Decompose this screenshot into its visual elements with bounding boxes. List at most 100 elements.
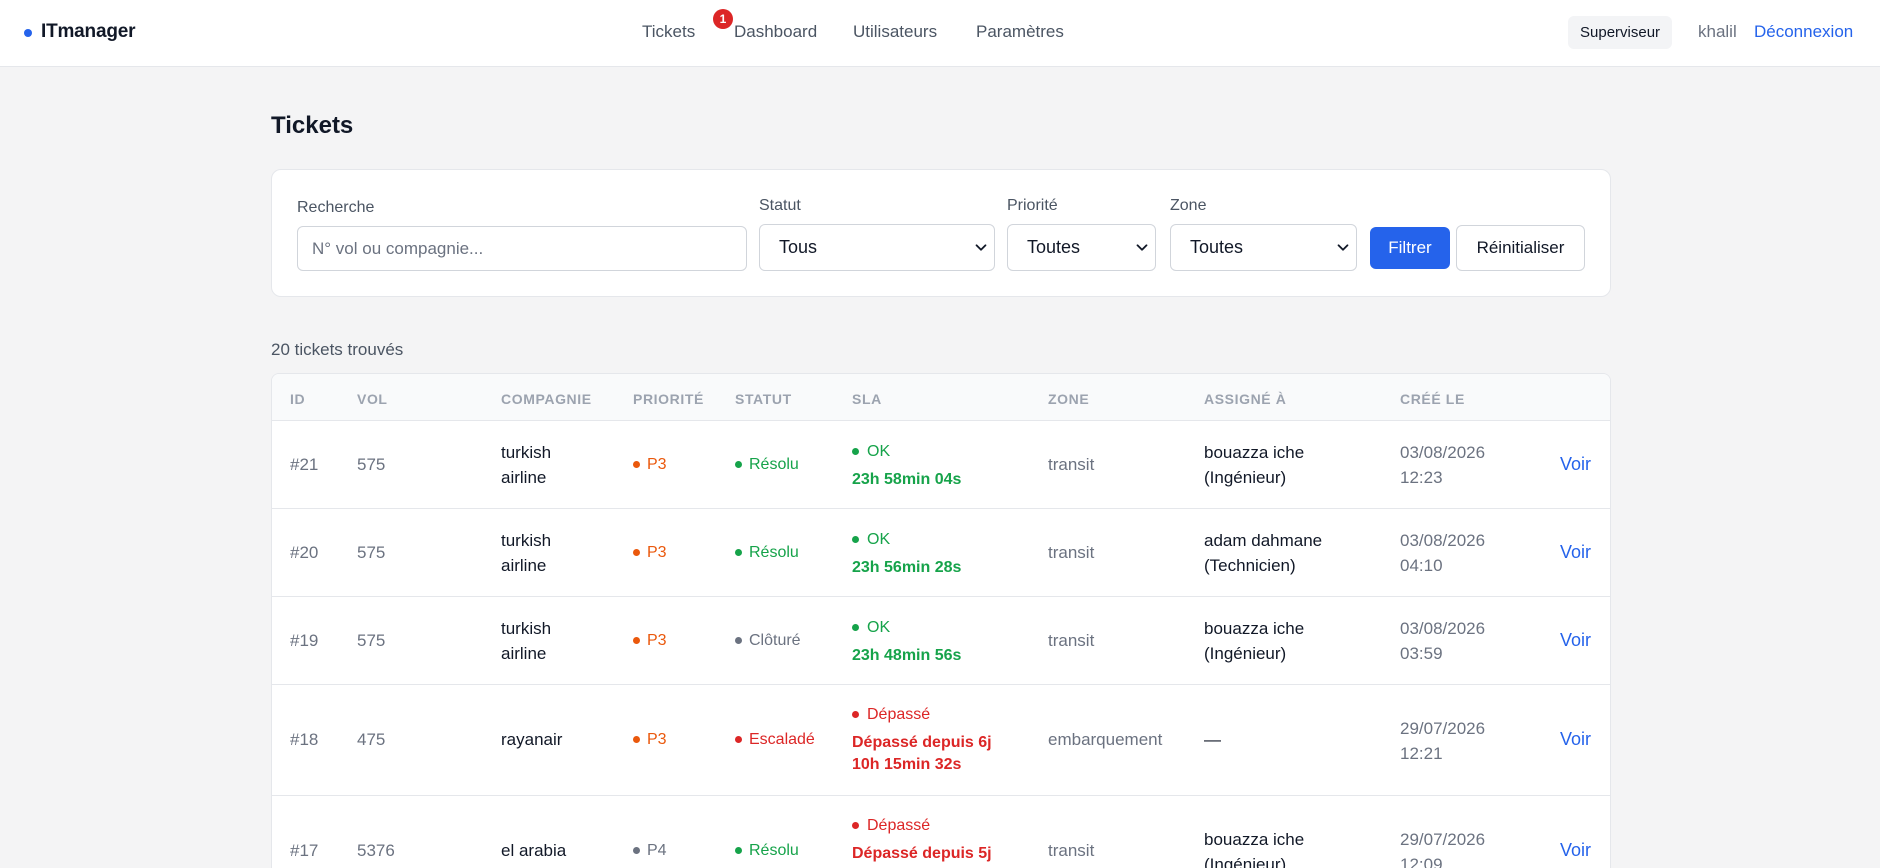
assignee-name: adam dahmane [1204,531,1323,550]
nav-item-users[interactable]: Utilisateurs [853,22,937,42]
sla-overdue-line: 10h 15min 32s [852,756,962,773]
table-row[interactable]: #21 575 turkish airline P3 Résolu OK 23h… [272,421,1610,509]
company-name: turkish airline [501,528,551,578]
created-time: 03:59 [1400,644,1443,663]
created-date: 03/08/2026 [1400,443,1486,462]
assignee-name: bouazza iche [1204,443,1305,462]
status-dot-icon [735,549,742,556]
status-select[interactable]: Tous [759,224,995,271]
reset-button[interactable]: Réinitialiser [1456,225,1585,271]
sla-status: Dépassé [852,813,992,838]
sla-status-label: OK [867,531,891,548]
filter-button[interactable]: Filtrer [1370,227,1450,269]
assignee: bouazza iche (Ingénieur) [1204,616,1304,666]
sla-cell: OK 23h 58min 04s [852,439,961,491]
nav-item-settings[interactable]: Paramètres [976,22,1064,42]
assignee-role: (Ingénieur) [1204,855,1287,868]
created-date: 03/08/2026 [1400,619,1486,638]
company-name: turkish airline [501,616,551,666]
nav-item-dashboard[interactable]: Dashboard [734,22,817,42]
assignee: — [1204,730,1221,749]
priority-label: P3 [647,731,667,748]
sla-status-label: Dépassé [867,817,931,834]
sla-remaining-time: 23h 48min 56s [852,647,962,664]
view-ticket-link[interactable]: Voir [1560,838,1591,863]
sla-status: OK [852,615,961,640]
created-at: 29/07/2026 12:21 [1400,716,1485,766]
sla-cell: Dépassé Dépassé depuis 6j 10h 15min 32s [852,702,992,776]
column-header-priority: PRIORITÉ [633,391,704,407]
sla-dot-icon [852,711,859,718]
column-header-created: CRÉÉ LE [1400,391,1465,407]
assignee: bouazza iche (Ingénieur) [1204,827,1304,868]
created-date: 29/07/2026 [1400,830,1486,849]
assignee-name: bouazza iche [1204,619,1305,638]
sla-remaining-time: 23h 56min 28s [852,559,962,576]
created-time: 12:09 [1400,855,1443,868]
column-header-id: ID [290,391,306,407]
page-title: Tickets [271,112,354,139]
status-dot-icon [735,637,742,644]
sla-cell: Dépassé Dépassé depuis 5j [852,813,992,865]
company-name-line: turkish [501,531,552,550]
tickets-table: ID VOL COMPAGNIE PRIORITÉ STATUT SLA ZON… [271,373,1611,868]
column-header-flight: VOL [357,391,388,407]
sla-remaining-time: 23h 58min 04s [852,471,962,488]
chevron-down-icon [1136,244,1148,251]
result-count: 20 tickets trouvés [271,340,404,359]
status-label: Escaladé [749,731,815,748]
table-row[interactable]: #17 5376 el arabia P4 Résolu Dépassé Dép… [272,796,1610,868]
table-row[interactable]: #19 575 turkish airline P3 Clôturé OK 23… [272,597,1610,685]
sla-overdue-time: Dépassé depuis 5j [852,843,992,865]
view-ticket-link[interactable]: Voir [1560,628,1591,653]
ticket-id: #19 [290,631,319,650]
zone: transit [1048,455,1095,474]
assignee-role: (Technicien) [1204,556,1296,575]
flight-number: 575 [357,543,386,562]
status-select-value: Tous [779,237,818,257]
status-tag: Escaladé [735,727,815,752]
priority-tag: P4 [633,838,667,863]
priority-label: P3 [647,456,667,473]
zone-select-value: Toutes [1190,237,1244,257]
status-label: Résolu [749,456,799,473]
sla-cell: OK 23h 56min 28s [852,527,961,579]
status-dot-icon [735,736,742,743]
chevron-down-icon [1337,244,1349,251]
sla-cell: OK 23h 48min 56s [852,615,961,667]
search-input[interactable] [297,226,747,271]
priority-tag: P3 [633,628,667,653]
brand[interactable]: ITmanager [24,0,135,64]
assignee-name: bouazza iche [1204,830,1305,849]
flight-number: 5376 [357,841,395,860]
view-ticket-link[interactable]: Voir [1560,727,1591,752]
created-date: 29/07/2026 [1400,719,1486,738]
status-dot-icon [735,461,742,468]
view-ticket-link[interactable]: Voir [1560,540,1591,565]
priority-select[interactable]: Toutes [1007,224,1156,271]
priority-select-value: Toutes [1027,237,1081,257]
priority-label: P3 [647,632,667,649]
table-row[interactable]: #20 575 turkish airline P3 Résolu OK 23h… [272,509,1610,597]
brand-dot-icon [24,29,32,37]
column-header-assignee: ASSIGNÉ À [1204,391,1287,407]
company-name-line: airline [501,468,547,487]
assignee: bouazza iche (Ingénieur) [1204,440,1304,490]
zone-select[interactable]: Toutes [1170,224,1357,271]
view-ticket-link[interactable]: Voir [1560,452,1591,477]
company-name-line: turkish [501,619,552,638]
column-header-zone: ZONE [1048,391,1090,407]
flight-number: 475 [357,730,386,749]
zone: embarquement [1048,730,1163,749]
logout-link[interactable]: Déconnexion [1754,22,1853,42]
company-name-line: airline [501,556,547,575]
table-row[interactable]: #18 475 rayanair P3 Escaladé Dépassé Dép… [272,685,1610,796]
sla-status: OK [852,527,961,552]
created-time: 12:23 [1400,468,1443,487]
status-tag: Clôturé [735,628,801,653]
sla-overdue-line: Dépassé depuis 6j [852,734,992,751]
notification-badge: 1 [713,9,733,29]
priority-label: P4 [647,842,667,859]
status-label: Statut [759,197,801,214]
nav-item-tickets[interactable]: Tickets [642,22,695,42]
